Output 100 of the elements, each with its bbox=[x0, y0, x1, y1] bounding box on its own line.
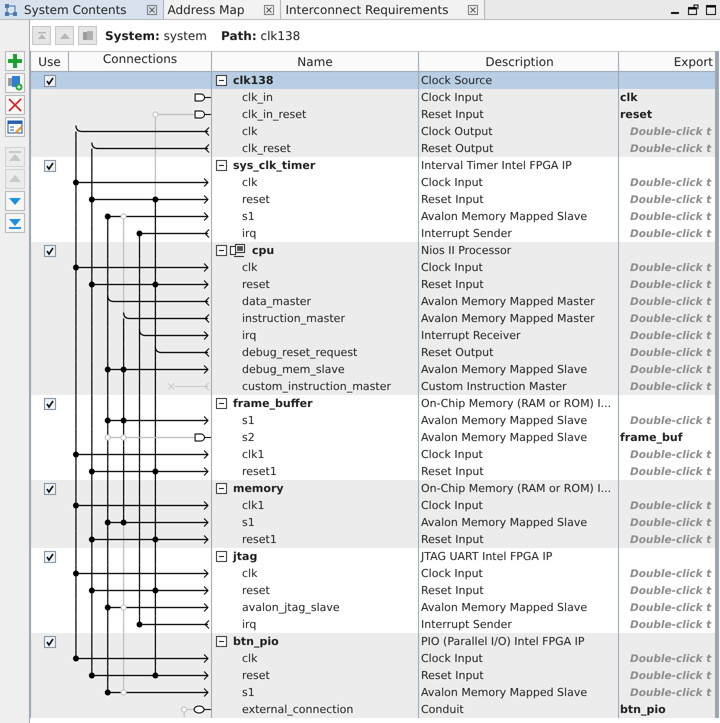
export-hint[interactable]: Double-click t bbox=[619, 176, 712, 188]
description-text: Reset Output bbox=[421, 142, 494, 155]
wiring-drawing bbox=[194, 94, 211, 102]
export-hint[interactable]: Double-click t bbox=[619, 126, 712, 138]
component-add-icon bbox=[6, 75, 22, 91]
description-text: Reset Input bbox=[421, 669, 484, 682]
description-text: Interrupt Sender bbox=[421, 618, 512, 631]
column-header[interactable]: Use bbox=[31, 52, 69, 71]
column-header[interactable]: Connections bbox=[69, 52, 212, 71]
table-row[interactable]: cpu Nios II Processor bbox=[31, 242, 715, 259]
export-hint[interactable]: Double-click t bbox=[619, 670, 712, 682]
restore-icon[interactable] bbox=[687, 4, 699, 16]
column-header[interactable]: Name bbox=[212, 52, 419, 71]
interface-name: reset1 bbox=[242, 465, 277, 478]
export-hint[interactable]: Double-click t bbox=[619, 602, 712, 614]
interface-name: debug_reset_request bbox=[242, 346, 358, 359]
export-hint[interactable]: Double-click t bbox=[619, 466, 712, 478]
export-hint[interactable]: Double-click t bbox=[619, 228, 712, 240]
export-hint[interactable]: Double-click t bbox=[619, 618, 712, 630]
collapse-icon[interactable] bbox=[216, 636, 227, 647]
interface-name: external_connection bbox=[242, 703, 354, 716]
close-icon[interactable] bbox=[146, 4, 157, 14]
collapse-icon[interactable] bbox=[216, 245, 227, 256]
add-button[interactable] bbox=[4, 51, 24, 71]
export-hint[interactable]: Double-click t bbox=[619, 534, 712, 546]
component-name: sys_clk_timer bbox=[233, 159, 316, 172]
interface-name: clk bbox=[242, 567, 258, 580]
export-hint[interactable]: Double-click t bbox=[619, 194, 712, 206]
export-hint[interactable]: Double-click t bbox=[619, 584, 712, 596]
tab[interactable]: Interconnect Requirements bbox=[281, 0, 486, 19]
export-hint[interactable]: Double-click t bbox=[619, 142, 712, 154]
checkbox[interactable] bbox=[44, 636, 56, 648]
export-name[interactable]: frame_buf bbox=[619, 431, 683, 444]
description-text: Avalon Memory Mapped Master bbox=[421, 295, 595, 308]
description-text: Avalon Memory Mapped Slave bbox=[421, 210, 588, 223]
description-text: PIO (Parallel I/O) Intel FPGA IP bbox=[421, 635, 585, 648]
export-hint[interactable]: Double-click t bbox=[619, 686, 712, 698]
maximize-icon[interactable] bbox=[705, 4, 717, 16]
collapse-icon[interactable] bbox=[216, 398, 227, 409]
interface-name: reset bbox=[242, 278, 270, 291]
checkbox[interactable] bbox=[44, 74, 56, 86]
collapse-icon[interactable] bbox=[216, 75, 227, 86]
description-text: Avalon Memory Mapped Slave bbox=[421, 363, 588, 376]
move-down-button[interactable] bbox=[4, 191, 24, 211]
checkbox[interactable] bbox=[44, 244, 56, 256]
description-text: Custom Instruction Master bbox=[421, 380, 567, 393]
column-header[interactable]: Export bbox=[619, 52, 715, 71]
description-text: Clock Input bbox=[421, 499, 483, 512]
checkbox[interactable] bbox=[44, 398, 56, 410]
interface-name: irq bbox=[242, 618, 256, 631]
export-hint[interactable]: Double-click t bbox=[619, 262, 712, 274]
interface-name: clk_in_reset bbox=[242, 108, 306, 121]
description-text: Avalon Memory Mapped Slave bbox=[421, 601, 588, 614]
tab[interactable]: Address Map bbox=[164, 0, 282, 19]
export-hint[interactable]: Double-click t bbox=[619, 568, 712, 580]
table-row[interactable]: clk138 Clock Source bbox=[31, 72, 715, 89]
export-hint[interactable]: Double-click t bbox=[619, 500, 712, 512]
export-hint[interactable]: Double-click t bbox=[619, 364, 712, 376]
cross-icon bbox=[6, 97, 22, 113]
export-name[interactable]: reset bbox=[619, 108, 652, 121]
edit-button[interactable] bbox=[4, 117, 24, 137]
interface-name: clk bbox=[242, 261, 258, 274]
export-hint[interactable]: Double-click t bbox=[619, 516, 712, 528]
description-text: Avalon Memory Mapped Slave bbox=[421, 516, 588, 529]
export-name[interactable]: btn_pio bbox=[619, 703, 666, 716]
description-text: Reset Input bbox=[421, 533, 484, 546]
export-hint[interactable]: Double-click t bbox=[619, 380, 712, 392]
export-hint[interactable]: Double-click t bbox=[619, 448, 712, 460]
column-header[interactable]: Description bbox=[419, 52, 619, 71]
export-hint[interactable]: Double-click t bbox=[619, 414, 712, 426]
close-icon[interactable] bbox=[264, 4, 274, 14]
export-hint[interactable]: Double-click t bbox=[619, 296, 712, 308]
export-name[interactable]: clk bbox=[619, 91, 638, 104]
table-row[interactable]: memory On-Chip Memory (RAM or ROM) I... bbox=[31, 480, 715, 497]
edit-icon bbox=[6, 119, 22, 135]
checkbox[interactable] bbox=[44, 482, 56, 494]
close-icon[interactable] bbox=[468, 4, 478, 14]
description-text: JTAG UART Intel FPGA IP bbox=[421, 550, 552, 563]
description-text: Reset Output bbox=[421, 346, 494, 359]
new-component-button[interactable] bbox=[4, 73, 24, 93]
diagram-icon bbox=[4, 2, 18, 16]
export-hint[interactable]: Double-click t bbox=[619, 652, 712, 664]
remove-button[interactable] bbox=[4, 95, 24, 115]
export-hint[interactable]: Double-click t bbox=[619, 278, 712, 290]
tab[interactable]: System Contents bbox=[0, 0, 164, 19]
collapse-icon[interactable] bbox=[216, 483, 227, 494]
interface-name: reset bbox=[242, 669, 270, 682]
export-hint[interactable]: Double-click t bbox=[619, 330, 712, 342]
export-hint[interactable]: Double-click t bbox=[619, 210, 712, 222]
table-row[interactable]: btn_pio PIO (Parallel I/O) Intel FPGA IP bbox=[31, 633, 715, 650]
checkbox[interactable] bbox=[44, 160, 56, 172]
collapse-icon[interactable] bbox=[216, 551, 227, 562]
description-text: Clock Input bbox=[421, 567, 483, 580]
export-hint[interactable]: Double-click t bbox=[619, 312, 712, 324]
description-text: Reset Input bbox=[421, 278, 484, 291]
interface-name: s1 bbox=[242, 516, 255, 529]
collapse-icon[interactable] bbox=[216, 160, 227, 171]
export-hint[interactable]: Double-click t bbox=[619, 346, 712, 358]
checkbox[interactable] bbox=[44, 550, 56, 562]
move-bottom-button[interactable] bbox=[4, 213, 24, 233]
